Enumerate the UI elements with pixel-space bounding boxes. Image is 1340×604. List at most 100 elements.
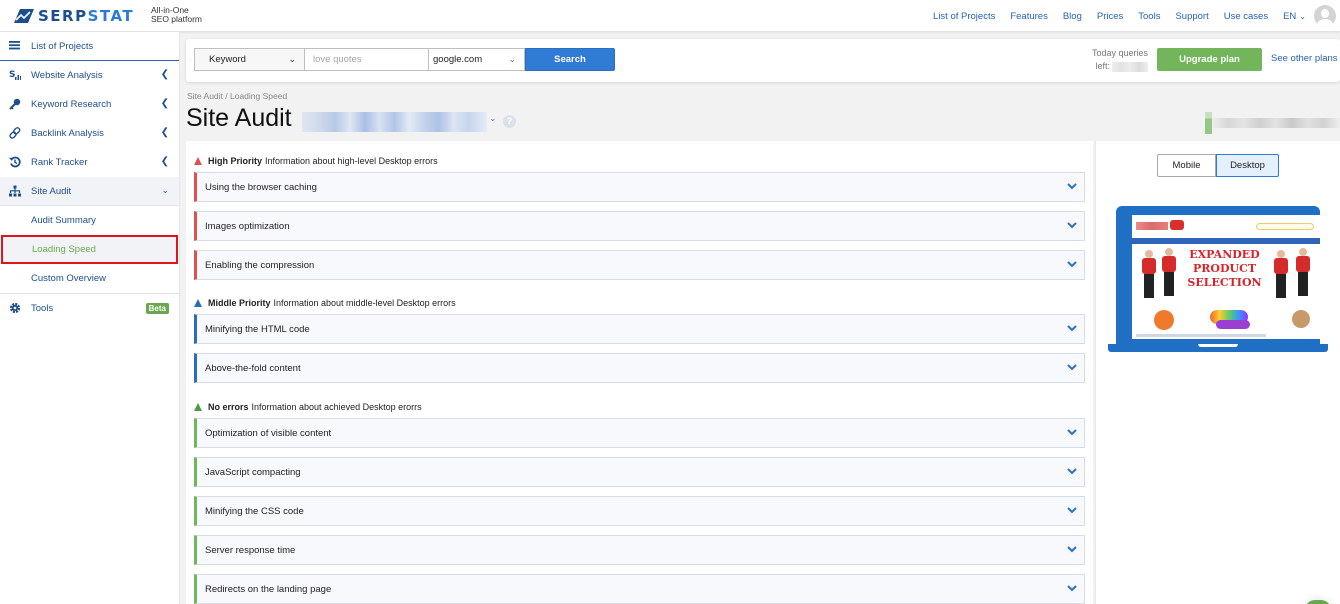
chevron-left-icon: ❮ [160,98,169,109]
chevron-down-icon [1067,364,1077,371]
site-screenshot: EXPANDED PRODUCT SELECTION [1132,215,1320,339]
site-logo-blurred [1136,222,1168,230]
sidebar: List of Projects S Website Analysis ❮ Ke… [0,32,180,604]
sidebar-item-website-analysis[interactable]: S Website Analysis ❮ [0,61,179,90]
chevron-down-icon: ⌄ [508,54,516,64]
nav-blog[interactable]: Blog [1063,11,1082,22]
chevron-down-icon [1067,429,1077,436]
gear-icon [8,302,21,315]
help-icon[interactable]: ? [503,115,516,128]
database-value: google.com [433,54,483,65]
site-navbar [1132,238,1320,244]
beta-badge: Beta [145,303,169,314]
sidebar-item-label: Rank Tracker [31,157,88,168]
sitemap-icon [8,185,21,198]
sidebar-item-keyword-research[interactable]: Keyword Research ❮ [0,90,179,119]
nav-use-cases[interactable]: Use cases [1224,11,1268,22]
search-panel: Keyword ⌄ google.com ⌄ Search Today quer… [186,39,1340,82]
language-selector[interactable]: EN ⌄ [1283,11,1306,22]
chevron-down-icon [1067,585,1077,592]
chevron-down-icon: ⌄ [288,54,296,64]
status-text-blurred [1212,118,1340,128]
sidebar-item-label: Tools [31,303,54,314]
top-header: SERPSTAT All-in-One SEO platform List of… [0,0,1340,32]
nav-features[interactable]: Features [1010,11,1048,22]
project-selector-blurred[interactable] [302,112,487,132]
sidebar-item-backlink-analysis[interactable]: Backlink Analysis ❮ [0,119,179,148]
audit-row[interactable]: Minifying the HTML code [194,314,1085,344]
device-toggle: Mobile Desktop [1157,154,1279,177]
sidebar-item-list-of-projects[interactable]: List of Projects [0,32,179,61]
search-button[interactable]: Search [525,48,615,71]
search-type-select[interactable]: Keyword ⌄ [194,48,305,71]
warning-icon [194,403,202,411]
site-banner-text: EXPANDED PRODUCT SELECTION [1187,248,1262,289]
site-image-player [1160,248,1178,298]
warning-icon [194,157,202,165]
sidebar-subitem-loading-speed[interactable]: Loading Speed [1,235,178,264]
menu-icon [8,40,21,53]
nav-support[interactable]: Support [1175,11,1208,22]
sidebar-item-rank-tracker[interactable]: Rank Tracker ❮ [0,148,179,177]
audit-row[interactable]: Images optimization [194,211,1085,241]
site-product-image [1292,310,1310,328]
status-bar [1205,112,1212,134]
audit-row[interactable]: Server response time [194,535,1085,565]
history-icon [8,156,21,169]
upgrade-plan-button[interactable]: Upgrade plan [1157,48,1262,71]
chevron-down-icon [1067,222,1077,229]
nav-tools[interactable]: Tools [1138,11,1160,22]
blurred-status [1205,112,1340,134]
user-avatar[interactable] [1314,5,1336,27]
chevron-down-icon [1067,325,1077,332]
audit-row[interactable]: Optimization of visible content [194,418,1085,448]
breadcrumb: Site Audit / Loading Speed [187,91,288,101]
queries-count-blurred [1112,61,1148,72]
site-footer-text [1136,334,1266,337]
audit-row[interactable]: Redirects on the landing page [194,574,1085,604]
logo-text: SERPSTAT [38,7,135,25]
see-other-plans-link[interactable]: See other plans [1271,53,1338,64]
serpstat-logo[interactable]: SERPSTAT [14,7,134,25]
search-query-input[interactable] [305,48,429,71]
sidebar-subitem-audit-summary[interactable]: Audit Summary [0,206,179,235]
chevron-down-icon [1067,468,1077,475]
sidebar-item-site-audit[interactable]: Site Audit ⌄ [0,177,179,206]
database-select[interactable]: google.com ⌄ [429,48,525,71]
chevron-down-icon [1067,261,1077,268]
chevron-down-icon: ⌄ [161,185,169,195]
audit-row[interactable]: Minifying the CSS code [194,496,1085,526]
search-type-value: Keyword [209,54,246,65]
sidebar-item-label: Backlink Analysis [31,128,104,139]
site-image-player [1140,250,1158,300]
mobile-tab[interactable]: Mobile [1157,154,1216,177]
logo-icon [14,9,34,23]
audit-row[interactable]: Using the browser caching [194,172,1085,202]
chevron-left-icon: ❮ [160,69,169,80]
audit-row[interactable]: Above-the-fold content [194,353,1085,383]
site-search-box [1256,223,1314,230]
site-image-player [1272,250,1290,300]
desktop-tab[interactable]: Desktop [1216,154,1279,177]
sidebar-item-tools[interactable]: Tools Beta [0,294,179,323]
audit-row[interactable]: JavaScript compacting [194,457,1085,487]
link-icon [8,127,21,140]
section-no-errors: No errors Information about achieved Desk… [194,402,422,412]
svg-text:S: S [9,70,15,80]
warning-icon [194,299,202,307]
audit-row[interactable]: Enabling the compression [194,250,1085,280]
site-logo-mark [1170,220,1184,230]
sidebar-subitem-custom-overview[interactable]: Custom Overview [0,264,179,293]
chevron-left-icon: ❮ [160,127,169,138]
site-product-image [1216,320,1250,329]
site-image-player [1294,248,1312,298]
site-product-image [1154,310,1174,330]
chevron-down-icon [1067,546,1077,553]
chevron-down-icon: ⌄ [1299,11,1306,21]
sidebar-item-label: Website Analysis [31,70,103,81]
section-middle-priority: Middle Priority Information about middle-… [194,298,456,308]
section-high-priority: High Priority Information about high-leve… [194,156,438,166]
nav-prices[interactable]: Prices [1097,11,1123,22]
chevron-down-icon[interactable]: ⌄ [489,113,497,124]
nav-list-of-projects[interactable]: List of Projects [933,11,995,22]
